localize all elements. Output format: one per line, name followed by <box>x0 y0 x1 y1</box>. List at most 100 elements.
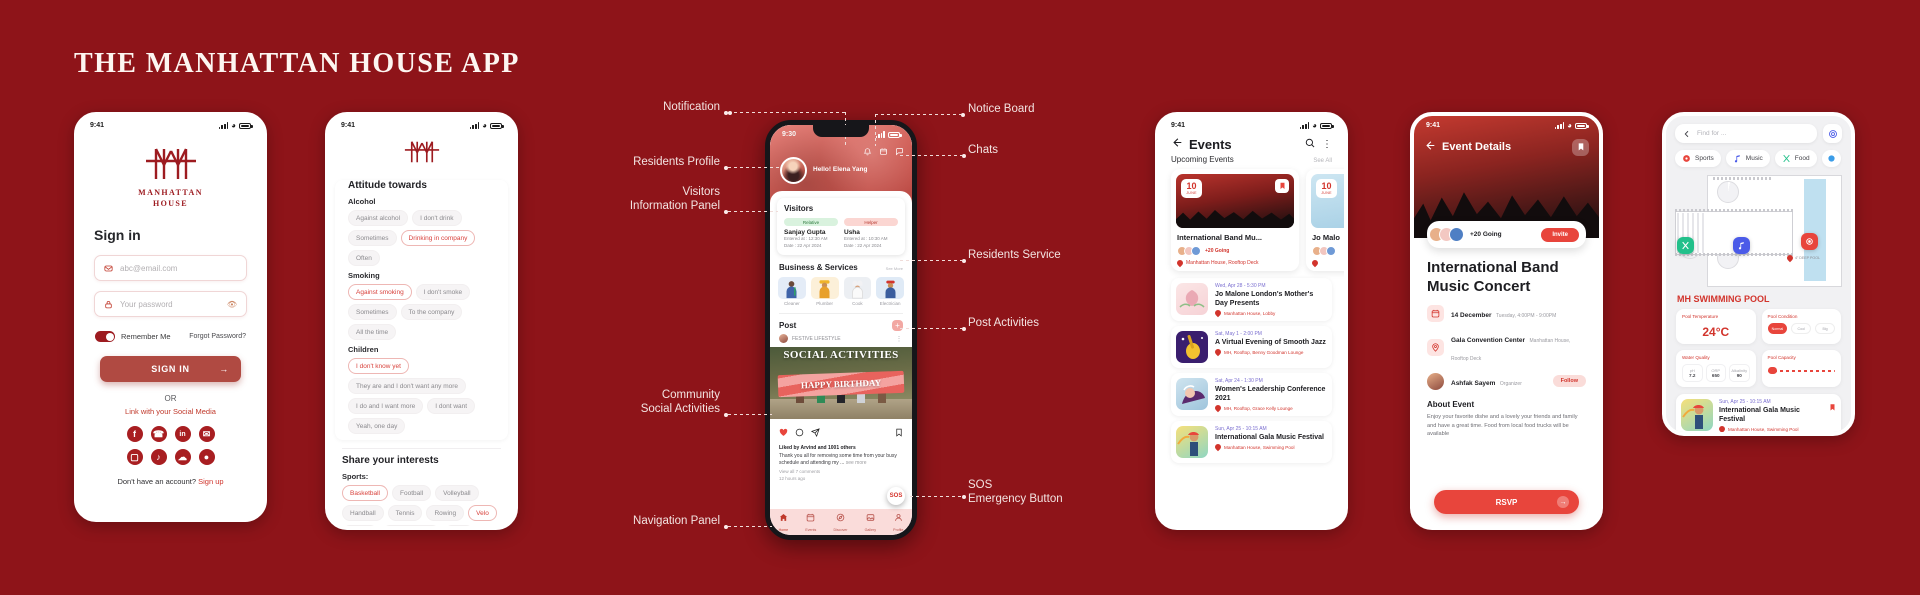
services-see-all[interactable]: See More <box>886 266 903 271</box>
service-electrician[interactable]: Electrician <box>876 277 904 306</box>
tab-more[interactable] <box>1821 150 1841 167</box>
nav-item-events[interactable]: Events <box>805 509 816 532</box>
whatsapp-icon[interactable]: ☎ <box>150 426 167 442</box>
signin-button[interactable]: SIGN IN → <box>100 356 241 382</box>
chip-selected[interactable]: Drinking in company <box>400 230 476 246</box>
tab-music[interactable]: Music <box>1725 150 1770 167</box>
post-comments-link[interactable]: View all 7 comments <box>779 469 903 474</box>
more-icon[interactable]: ⋮ <box>896 335 904 343</box>
chip-selected[interactable]: Against smoking <box>348 284 412 300</box>
chip[interactable]: Judo <box>444 525 475 526</box>
bookmark-icon[interactable] <box>895 424 903 442</box>
event-list-item[interactable]: Sat, May 1 - 2:00 PM A Virtual Evening o… <box>1171 326 1332 368</box>
condition-big[interactable]: Big <box>1815 323 1835 334</box>
chip[interactable]: I do and I want more <box>348 398 424 414</box>
residents-profile-avatar[interactable] <box>780 157 807 184</box>
tab-food[interactable]: Food <box>1774 150 1817 167</box>
comment-icon[interactable] <box>795 424 804 442</box>
bookmark-icon[interactable] <box>1275 179 1289 193</box>
chip[interactable]: Often <box>348 250 380 266</box>
chip[interactable]: I dont want <box>427 398 476 414</box>
chats-icon[interactable] <box>895 147 904 156</box>
remember-toggle[interactable] <box>95 331 115 342</box>
pool-event-card[interactable]: Sun, Apr 25 - 10:15 AM International Gal… <box>1676 394 1841 432</box>
service-cleaner[interactable]: Cleaner <box>778 277 806 306</box>
service-plumber[interactable]: Plumber <box>810 277 839 306</box>
nav-item-gallery[interactable]: Gallery <box>865 509 876 532</box>
event-list-item[interactable]: Wed, Apr 28 - 5:30 PM Jo Malone London's… <box>1171 278 1332 321</box>
capacity-slider[interactable] <box>1767 367 1835 374</box>
chip[interactable]: Rowing <box>426 505 465 521</box>
event-list-item[interactable]: Sat, Apr 24 - 1:30 PM Women's Leadership… <box>1171 373 1332 416</box>
chip[interactable]: Horse triathlon <box>381 525 441 526</box>
bookmark-icon[interactable] <box>1572 138 1589 156</box>
chip[interactable]: Boxing <box>342 525 378 526</box>
share-icon[interactable] <box>810 424 820 442</box>
dribbble-icon[interactable]: ● <box>198 449 215 465</box>
music-marker-icon[interactable] <box>1733 237 1750 254</box>
nav-item-home[interactable]: Home <box>779 509 788 532</box>
chip[interactable]: I don't smoke <box>415 284 471 300</box>
nav-item-discover[interactable]: Discover <box>833 509 847 532</box>
twitter-icon[interactable]: ✉ <box>198 426 215 442</box>
see-more-link[interactable]: see more <box>846 460 867 466</box>
post-add-button[interactable]: + <box>892 320 903 331</box>
password-field[interactable]: Your password 👁 <box>94 291 247 317</box>
tiktok-icon[interactable]: ♪ <box>150 449 167 465</box>
chip[interactable]: Football <box>392 485 432 501</box>
chip[interactable]: Tennis <box>387 505 423 521</box>
chip[interactable]: Volleyball <box>435 485 479 501</box>
chip-selected[interactable]: I don't know yet <box>348 358 409 374</box>
linkedin-icon[interactable]: in <box>174 426 191 442</box>
chip[interactable]: Against alcohol <box>348 210 409 226</box>
instagram-icon[interactable]: ▢ <box>126 449 143 465</box>
chip[interactable]: Sometimes <box>348 230 397 246</box>
service-cook[interactable]: Cook <box>843 277 872 306</box>
follow-button[interactable]: Follow <box>1552 375 1586 387</box>
condition-normal[interactable]: Normal <box>1767 323 1788 334</box>
food-marker-icon[interactable] <box>1677 237 1694 254</box>
event-card[interactable]: 10 JUNE Jo Malo <box>1306 169 1344 271</box>
settings-icon[interactable] <box>1823 124 1842 143</box>
back-icon[interactable] <box>1683 125 1691 143</box>
see-all-link[interactable]: See All <box>1313 158 1332 164</box>
chip[interactable]: Handball <box>342 505 384 521</box>
nav-item-profile[interactable]: Profile <box>893 509 903 532</box>
eye-icon[interactable]: 👁 <box>227 300 237 309</box>
email-field[interactable]: abc@email.com <box>94 255 247 281</box>
chip-selected[interactable]: Velo <box>468 505 497 521</box>
social-media-link[interactable]: Link with your Social Media <box>78 407 263 416</box>
notification-icon[interactable] <box>863 147 872 156</box>
event-list-item[interactable]: Sun, Apr 25 - 10:15 AM International Gal… <box>1171 421 1332 463</box>
chip[interactable]: To the company <box>400 304 463 320</box>
sos-emergency-button[interactable]: SOS <box>887 487 905 505</box>
back-icon[interactable] <box>1171 135 1182 153</box>
bookmark-icon[interactable] <box>1829 399 1836 417</box>
spotify-icon[interactable]: ☁ <box>174 449 191 465</box>
search-icon[interactable] <box>1305 135 1315 153</box>
more-icon[interactable]: ⋮ <box>1322 139 1332 150</box>
rsvp-button[interactable]: RSVP → <box>1434 490 1579 514</box>
about-text: Enjoy your favorite dishe and a lovely y… <box>1427 414 1578 438</box>
event-card[interactable]: 10 JUNE International Band Mu... +20 Goi… <box>1171 169 1299 271</box>
invite-button[interactable]: Invite <box>1541 227 1579 242</box>
signup-link[interactable]: Sign up <box>198 477 223 486</box>
chip[interactable]: They are and I don't want any more <box>348 378 467 394</box>
section-heading-interests: Share your interests <box>342 455 439 466</box>
floorplan-map[interactable]: 4" DEEP POOL <box>1675 175 1842 287</box>
forgot-password-link[interactable]: Forgot Password? <box>189 333 246 340</box>
facebook-icon[interactable]: f <box>126 426 143 442</box>
like-icon[interactable] <box>779 424 788 442</box>
search-input[interactable]: Find for ... <box>1675 124 1817 143</box>
events-carousel[interactable]: 10 JUNE International Band Mu... +20 Goi… <box>1159 169 1344 271</box>
back-icon[interactable] <box>1424 138 1435 156</box>
chip[interactable]: All the time <box>348 324 397 340</box>
condition-cool[interactable]: Cool <box>1791 323 1812 334</box>
chip[interactable]: Yeah, one day <box>348 418 406 434</box>
sports-marker-icon[interactable] <box>1801 233 1818 250</box>
chip-selected[interactable]: Basketball <box>342 485 388 501</box>
tab-sports[interactable]: Sports <box>1675 150 1721 167</box>
chip[interactable]: I don't drink <box>412 210 462 226</box>
notice-board-icon[interactable] <box>879 147 888 156</box>
chip[interactable]: Sometimes <box>348 304 397 320</box>
